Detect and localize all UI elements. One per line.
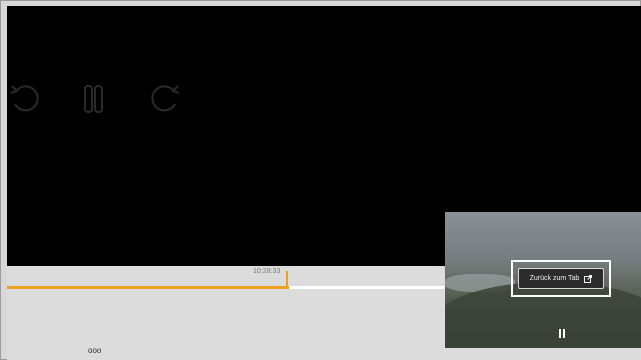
progress-fill (7, 286, 289, 289)
back-to-tab-label: Zurück zum Tab (529, 275, 580, 282)
current-time: 10:28:33 (253, 268, 281, 275)
pause-icon (559, 329, 565, 338)
back-to-tab-button[interactable]: Zurück zum Tab (518, 268, 604, 289)
pause-button[interactable] (80, 82, 108, 116)
forward-button[interactable] (148, 80, 182, 116)
forward-icon (151, 85, 180, 112)
popout-icon (584, 274, 593, 283)
rewind-button[interactable] (8, 80, 42, 116)
more-options-button[interactable]: ooo (88, 346, 101, 355)
rewind-icon (10, 85, 39, 112)
progress-handle[interactable] (286, 271, 288, 289)
pip-pause-button[interactable] (558, 325, 566, 338)
pause-icon (84, 85, 103, 113)
